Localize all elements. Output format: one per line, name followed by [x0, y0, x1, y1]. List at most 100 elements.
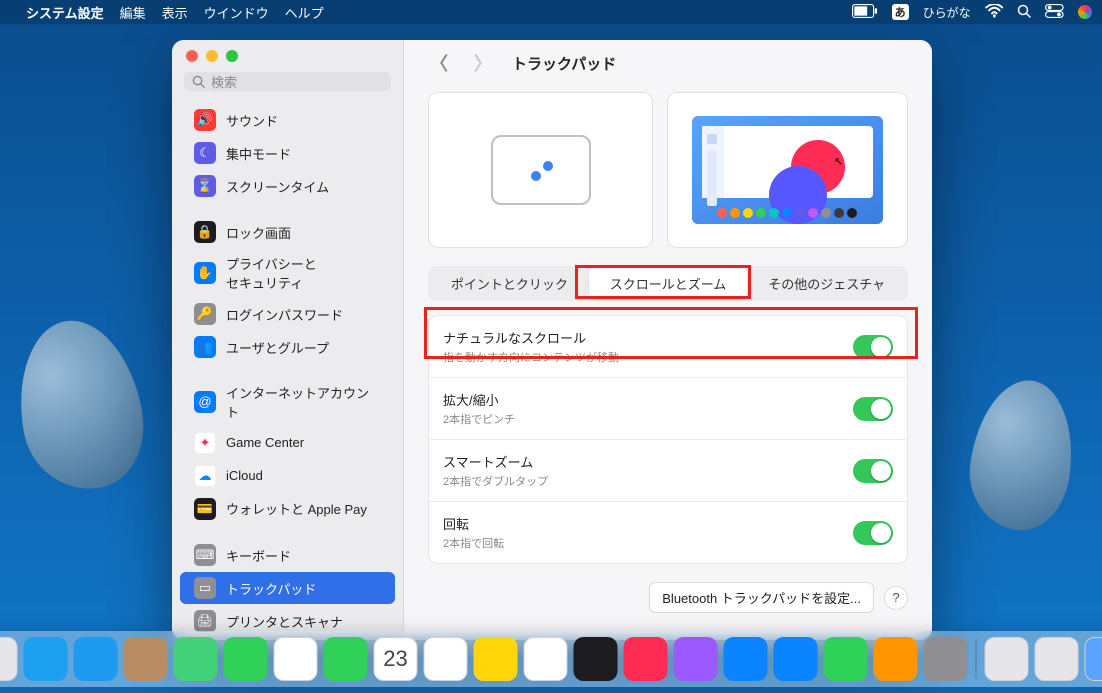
- dock-mail[interactable]: [74, 637, 118, 681]
- sidebar-item-internet-accounts[interactable]: @ インターネットアカウント: [180, 378, 395, 426]
- printer-icon: 🖨: [194, 610, 216, 632]
- setting-rotate: 回転 2本指で回転: [429, 501, 907, 563]
- dock-safari[interactable]: [24, 637, 68, 681]
- sidebar-item-label: ログインパスワード: [226, 305, 343, 324]
- users-icon: 👥: [194, 336, 216, 358]
- gamecenter-icon: ✦: [194, 432, 216, 454]
- cloud-icon: ☁: [194, 465, 216, 487]
- nav-forward-button[interactable]: 〉: [468, 48, 498, 78]
- dock-reminders[interactable]: [424, 637, 468, 681]
- dock-appstore[interactable]: [724, 637, 768, 681]
- sidebar-item-screentime[interactable]: ⌛ スクリーンタイム: [180, 170, 395, 202]
- toggle-pinch-zoom[interactable]: [853, 397, 893, 421]
- dock-tv[interactable]: [574, 637, 618, 681]
- spotlight-icon[interactable]: [1017, 4, 1031, 21]
- system-settings-window: 検索 🔊 サウンド ☾ 集中モード ⌛ スクリーンタイム 🔒 ロック画面: [172, 40, 932, 640]
- sidebar-item-lockscreen[interactable]: 🔒 ロック画面: [180, 216, 395, 248]
- setting-natural-scroll: ナチュラルなスクロール 指を動かす方向にコンテンツが移動: [429, 316, 907, 377]
- tab-point-click[interactable]: ポイントとクリック: [430, 268, 589, 299]
- wifi-icon[interactable]: [985, 4, 1004, 21]
- sidebar-item-focus[interactable]: ☾ 集中モード: [180, 137, 395, 169]
- dock-downloads[interactable]: [985, 637, 1029, 681]
- sidebar-item-privacy[interactable]: ✋ プライバシーと セキュリティ: [180, 249, 395, 297]
- sidebar-item-label: iCloud: [226, 468, 263, 483]
- setting-smart-zoom: スマートズーム 2本指でダブルタップ: [429, 439, 907, 501]
- sidebar-item-label: プリンタとスキャナ: [226, 612, 343, 631]
- dock-freeform[interactable]: [524, 637, 568, 681]
- siri-icon[interactable]: [1078, 5, 1092, 19]
- at-icon: @: [194, 391, 216, 413]
- toggle-natural-scroll[interactable]: [853, 335, 893, 359]
- sidebar-item-label: ウォレットと Apple Pay: [226, 499, 367, 518]
- sidebar-item-users[interactable]: 👥 ユーザとグループ: [180, 331, 395, 363]
- nav-back-button[interactable]: 〈: [424, 48, 454, 78]
- dock-photos[interactable]: [274, 637, 318, 681]
- control-center-icon[interactable]: [1045, 4, 1064, 21]
- gesture-preview: [428, 92, 653, 248]
- trackpad-illustration: [491, 135, 591, 205]
- menubar-window[interactable]: ウインドウ: [204, 3, 269, 22]
- dock-screenshot[interactable]: [1035, 637, 1079, 681]
- main-panel: 〈 〉 トラックパッド ↖ ポイントとクリ: [404, 40, 932, 640]
- dock-notes[interactable]: [474, 637, 518, 681]
- tab-scroll-zoom[interactable]: スクロールとズーム: [589, 268, 748, 299]
- sidebar-item-label: スクリーンタイム: [226, 177, 329, 196]
- battery-icon[interactable]: [852, 4, 878, 21]
- dock-music[interactable]: [624, 637, 668, 681]
- sidebar-item-label: ロック画面: [226, 223, 291, 242]
- dock-launchpad[interactable]: [0, 637, 18, 681]
- minimize-button[interactable]: [206, 50, 218, 62]
- input-mode-badge[interactable]: あ: [892, 4, 909, 20]
- page-title: トラックパッド: [512, 53, 616, 74]
- sidebar-item-icloud[interactable]: ☁ iCloud: [180, 460, 395, 492]
- sound-icon: 🔊: [194, 109, 216, 131]
- setting-subtitle: 2本指でピンチ: [443, 411, 515, 427]
- search-placeholder: 検索: [211, 72, 237, 91]
- sidebar-item-label: プライバシーと セキュリティ: [226, 254, 317, 292]
- sidebar-item-label: サウンド: [226, 111, 278, 130]
- menubar: システム設定 編集 表示 ウインドウ ヘルプ あ ひらがな: [0, 0, 1102, 24]
- menubar-edit[interactable]: 編集: [120, 3, 146, 22]
- moon-icon: ☾: [194, 142, 216, 164]
- menubar-view[interactable]: 表示: [162, 3, 188, 22]
- search-icon: [192, 75, 205, 88]
- toggle-smart-zoom[interactable]: [853, 459, 893, 483]
- sidebar-item-gamecenter[interactable]: ✦ Game Center: [180, 427, 395, 459]
- help-button[interactable]: ?: [884, 586, 908, 610]
- sidebar-item-sound[interactable]: 🔊 サウンド: [180, 104, 395, 136]
- sidebar-item-trackpad[interactable]: ▭ トラックパッド: [180, 572, 395, 604]
- search-input[interactable]: 検索: [184, 72, 391, 91]
- keyboard-icon: ⌨: [194, 544, 216, 566]
- dock-contacts[interactable]: [124, 637, 168, 681]
- sidebar-item-label: 集中モード: [226, 144, 291, 163]
- menubar-app[interactable]: システム設定: [26, 3, 104, 22]
- sidebar-item-wallet[interactable]: 💳 ウォレットと Apple Pay: [180, 493, 395, 525]
- dock-keynote[interactable]: [774, 637, 818, 681]
- bluetooth-trackpad-button[interactable]: Bluetooth トラックパッドを設定...: [649, 582, 874, 613]
- dock-pages[interactable]: [874, 637, 918, 681]
- dock-folder[interactable]: [1085, 637, 1102, 681]
- hand-icon: ✋: [194, 262, 216, 284]
- toggle-rotate[interactable]: [853, 521, 893, 545]
- dock-maps[interactable]: [174, 637, 218, 681]
- dock-podcasts[interactable]: [674, 637, 718, 681]
- zoom-button[interactable]: [226, 50, 238, 62]
- dock-numbers[interactable]: [824, 637, 868, 681]
- dock-facetime[interactable]: [324, 637, 368, 681]
- trackpad-tabs: ポイントとクリック スクロールとズーム その他のジェスチャ: [428, 266, 908, 301]
- sidebar-item-label: Game Center: [226, 435, 304, 450]
- menubar-help[interactable]: ヘルプ: [285, 3, 324, 22]
- settings-card: ナチュラルなスクロール 指を動かす方向にコンテンツが移動 拡大/縮小 2本指でピ…: [428, 315, 908, 564]
- close-button[interactable]: [186, 50, 198, 62]
- dock-settings[interactable]: [924, 637, 968, 681]
- sidebar-item-label: トラックパッド: [226, 579, 316, 598]
- tab-more-gestures[interactable]: その他のジェスチャ: [747, 268, 906, 299]
- dock-messages[interactable]: [224, 637, 268, 681]
- trackpad-icon: ▭: [194, 577, 216, 599]
- sidebar-item-loginpassword[interactable]: 🔑 ログインパスワード: [180, 298, 395, 330]
- dock-calendar[interactable]: 23: [374, 637, 418, 681]
- setting-subtitle: 2本指で回転: [443, 535, 504, 551]
- wallpaper-dolphin: [6, 311, 154, 499]
- setting-title: 拡大/縮小: [443, 390, 515, 409]
- sidebar-item-keyboard[interactable]: ⌨ キーボード: [180, 539, 395, 571]
